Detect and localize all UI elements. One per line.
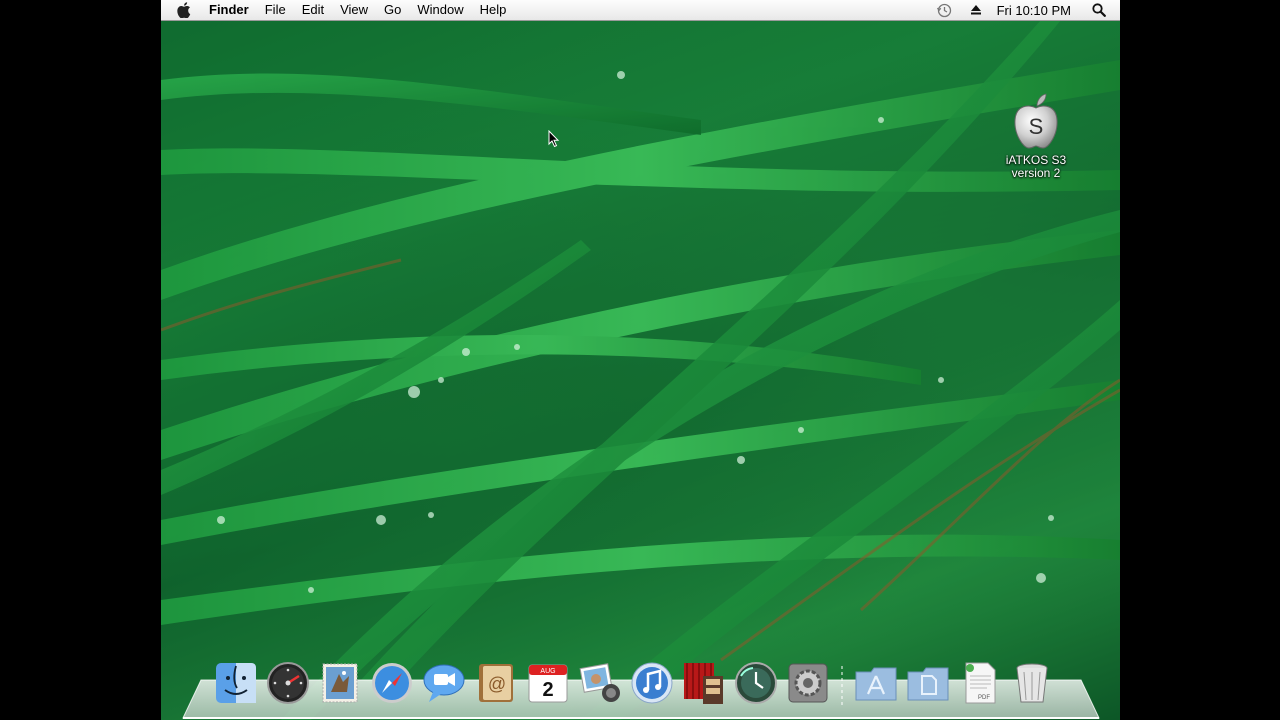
dock-system-preferences[interactable] [785, 660, 831, 706]
eject-icon [970, 5, 981, 15]
desktop-wallpaper [161, 0, 1120, 720]
address-book-icon: @ [479, 664, 513, 702]
system-preferences-icon [788, 663, 828, 703]
ical-calendar-icon: AUG 2 [528, 664, 568, 703]
ical-month: AUG [540, 668, 555, 675]
desktop-disk-label: iATKOS S3 version 2 [1005, 153, 1067, 180]
menu-app-finder[interactable]: Finder [201, 0, 257, 20]
menu-edit[interactable]: Edit [294, 0, 332, 20]
dock-applications-folder[interactable] [853, 660, 899, 706]
ical-day: 2 [542, 679, 553, 701]
trash-icon [1016, 663, 1048, 703]
dock-safari[interactable] [369, 660, 415, 706]
dashboard-icon [267, 662, 309, 704]
pdf-document-icon: PDF [965, 662, 996, 704]
mouse-cursor-icon [548, 130, 560, 148]
dock-separator [841, 666, 843, 706]
apple-menu-button[interactable] [161, 2, 201, 18]
menu-view[interactable]: View [332, 0, 376, 20]
dock-front-row[interactable] [681, 660, 727, 706]
menu-window[interactable]: Window [409, 0, 471, 20]
dock-mail[interactable] [317, 660, 363, 706]
itunes-icon [631, 662, 673, 704]
menu-clock[interactable]: Fri 10:10 PM [991, 3, 1083, 18]
dock-ichat[interactable] [421, 660, 467, 706]
menu-bar: Finder File Edit View Go Window Help Fri… [161, 0, 1120, 21]
spotlight-icon [1092, 3, 1106, 17]
desktop-disk-icon[interactable]: S iATKOS S3 version 2 [996, 92, 1076, 180]
menu-file[interactable]: File [257, 0, 294, 20]
dock-trash[interactable] [1009, 660, 1055, 706]
dock-iphoto[interactable] [577, 660, 623, 706]
time-machine-menu[interactable] [928, 3, 961, 18]
eject-menu[interactable] [961, 4, 991, 16]
disk-glyph-letter: S [1029, 114, 1044, 139]
time-machine-app-icon [735, 662, 777, 704]
desktop[interactable]: Finder File Edit View Go Window Help Fri… [161, 0, 1120, 720]
applications-folder-icon [855, 667, 897, 701]
documents-folder-icon [907, 667, 949, 701]
dock-dashboard[interactable] [265, 660, 311, 706]
apple-icon [177, 2, 191, 18]
dock-itunes[interactable] [629, 660, 675, 706]
menu-help[interactable]: Help [472, 0, 515, 20]
finder-icon [216, 663, 256, 703]
pdf-badge: PDF [978, 695, 990, 701]
iphoto-icon [579, 663, 620, 702]
dock: @ AUG 2 PDF [213, 654, 1061, 706]
dock-ical[interactable]: AUG 2 [525, 660, 571, 706]
dock-pdf-document[interactable]: PDF [957, 660, 1003, 706]
ichat-icon [423, 664, 465, 702]
spotlight-menu[interactable] [1083, 3, 1120, 17]
dock-time-machine[interactable] [733, 660, 779, 706]
mail-stamp-icon [322, 663, 358, 703]
apple-disk-icon: S [1014, 93, 1058, 149]
dock-documents-folder[interactable] [905, 660, 951, 706]
dock-separator-line [841, 666, 843, 706]
svg-text:@: @ [488, 674, 506, 694]
safari-compass-icon [372, 663, 412, 703]
dock-address-book[interactable]: @ [473, 660, 519, 706]
front-row-icon [684, 663, 723, 704]
time-machine-icon [936, 3, 951, 17]
menu-go[interactable]: Go [376, 0, 409, 20]
dock-finder[interactable] [213, 660, 259, 706]
